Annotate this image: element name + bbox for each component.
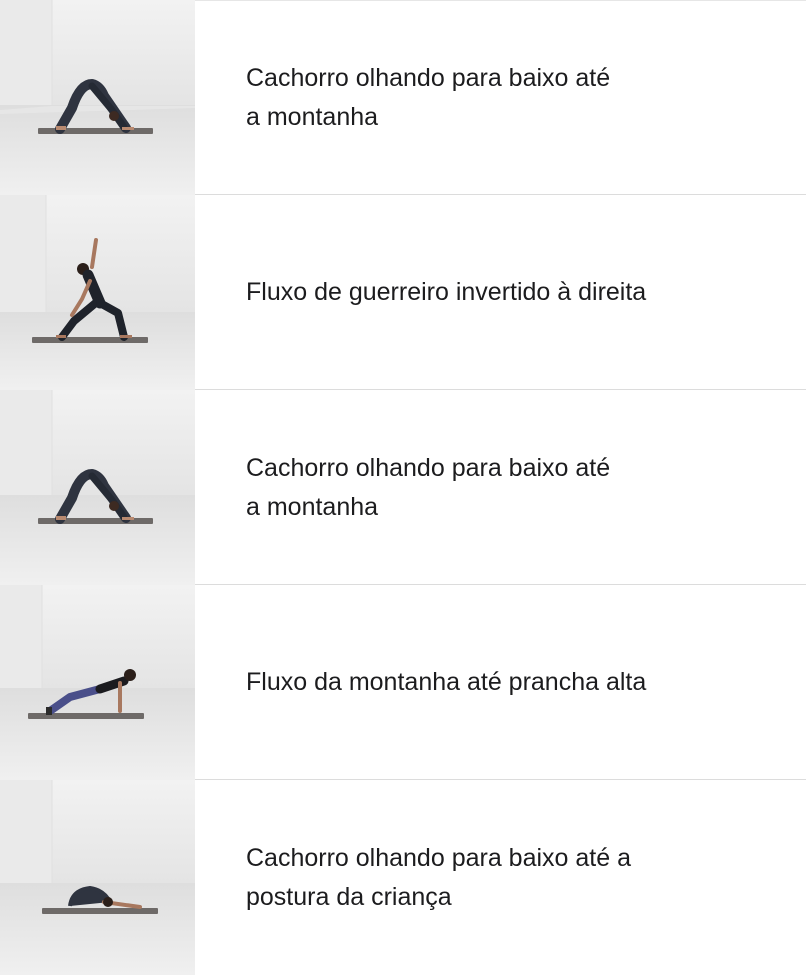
- list-item[interactable]: Fluxo de guerreiro invertido à direita: [0, 195, 806, 390]
- list-item-title: Fluxo da montanha até prancha alta: [246, 668, 647, 696]
- list-item-title: Fluxo de guerreiro invertido à direita: [246, 278, 647, 306]
- list-item-title: Cachorro olhando para baixo até a montan…: [246, 63, 611, 131]
- high-plank-pose-icon: [0, 585, 195, 780]
- reverse-warrior-pose-icon: [0, 195, 195, 390]
- downward-dog-pose-icon: [0, 0, 195, 195]
- list-item-title: Cachorro olhando para baixo até a postur…: [246, 843, 631, 911]
- downward-dog-pose-icon: [0, 390, 195, 585]
- workout-list: Cachorro olhando para baixo até a montan…: [0, 0, 806, 975]
- list-item-title: Cachorro olhando para baixo até a montan…: [246, 453, 611, 521]
- list-item[interactable]: Fluxo da montanha até prancha alta: [0, 585, 806, 780]
- list-item[interactable]: Cachorro olhando para baixo até a montan…: [0, 390, 806, 585]
- list-item[interactable]: Cachorro olhando para baixo até a postur…: [0, 780, 806, 975]
- child-pose-icon: [0, 780, 195, 975]
- list-item[interactable]: Cachorro olhando para baixo até a montan…: [0, 0, 806, 195]
